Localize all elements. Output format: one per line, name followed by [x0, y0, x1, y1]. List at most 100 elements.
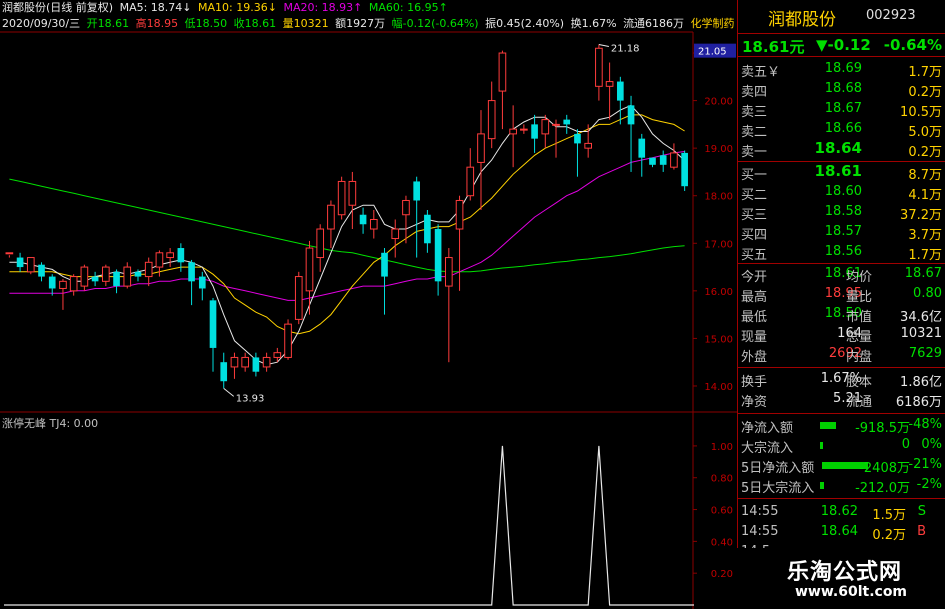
tick-row: 14:55 18.64 0.2万 B [738, 523, 945, 543]
candle-body-down [531, 124, 538, 139]
stock-code: 002923 [866, 8, 916, 23]
candle-body-up [541, 119, 550, 135]
candle-body-up [69, 276, 78, 292]
flow-row: 净流入额 -918.5万 -48% [738, 416, 945, 436]
candle-body-up [327, 204, 335, 230]
bid-volume: 8.7万 [908, 168, 942, 183]
stat-row: 净资 5.21 流通 6186万 [738, 390, 945, 410]
candle-body-up [584, 142, 592, 149]
stat-row: 换手 1.67% 股本 1.86亿 [738, 370, 945, 390]
flow-value: -212.0万 [855, 481, 910, 496]
change-label: 幅-0.12(-0.64%) [391, 17, 479, 30]
ask-price: 18.64 [814, 139, 862, 157]
flow-row: 大宗流入 0 0% [738, 436, 945, 456]
kline-chart[interactable]: 21.0020.0019.0018.0017.0016.0015.0014.00… [0, 0, 737, 609]
divider [738, 263, 945, 264]
candle-body-up [273, 352, 282, 358]
tick-volume: 0.2万 [872, 528, 906, 543]
candle-body-up [509, 128, 517, 135]
price-change: ▼-0.12 [816, 36, 871, 54]
flow-pct: -2% [916, 477, 942, 492]
ask-volume: 5.0万 [908, 125, 942, 140]
bid-price: 18.56 [824, 244, 862, 259]
bid-row: 买二 18.60 4.1万 [738, 183, 945, 203]
bid-price: 18.61 [814, 162, 862, 180]
stat-label: 换手 [741, 375, 768, 390]
ask-price: 18.66 [824, 121, 862, 136]
tick-volume: 1.5万 [872, 508, 906, 523]
flow-pct: -21% [908, 457, 942, 472]
candle-body-up [305, 247, 314, 292]
candle-body-down [16, 257, 24, 268]
stat-value: 18.67 [904, 266, 942, 281]
stat-label: 均价 [846, 270, 873, 285]
candle-body-down [113, 271, 120, 287]
indicator-tick-label: 0.60 [711, 506, 733, 517]
stat-label: 内盘 [846, 350, 873, 365]
candle-body-up [455, 199, 464, 230]
candle-body-down [638, 138, 646, 158]
amplitude-label: 振0.45(2.40%) [485, 17, 565, 30]
price-tick-label: 14.00 [704, 382, 733, 393]
flow-label: 5日净流入额 [741, 461, 815, 476]
stat-label: 今开 [741, 270, 768, 285]
candle-body-up [59, 280, 67, 289]
candle-body-up [316, 228, 325, 259]
candle-body-down [252, 357, 260, 372]
flow-label: 5日大宗流入 [741, 481, 815, 496]
flow-label: 大宗流入 [741, 441, 794, 456]
candle-body-down [649, 157, 656, 165]
price-summary: 18.61元 ▼-0.12 -0.64% [738, 34, 945, 57]
price-tick-label: 17.00 [704, 239, 733, 250]
stock-name: 润都股份 [768, 10, 836, 30]
candle-body-up [26, 257, 35, 273]
bid-volume: 1.7万 [908, 248, 942, 263]
amount-label: 额1927万 [335, 17, 386, 30]
indicator-tick-label: 0.80 [711, 474, 733, 485]
candle-body-up [348, 180, 357, 206]
candle-body-up [605, 81, 614, 87]
bid-volume: 37.2万 [900, 208, 942, 223]
indicator-tick-label: 1.00 [711, 442, 733, 453]
price-tag-label: 21.05 [698, 47, 727, 58]
bid-price: 18.60 [824, 184, 862, 199]
candle-body-down [359, 214, 367, 225]
ask-row: 卖三 18.67 10.5万 [738, 100, 945, 120]
candle-body-up [144, 261, 153, 278]
divider [738, 498, 945, 499]
candle-body-up [520, 128, 528, 131]
ask-volume: 0.2万 [908, 145, 942, 160]
low-marker-line [223, 387, 235, 397]
candle-body-down [681, 152, 688, 187]
candle-body-down [617, 81, 624, 101]
bid-row: 买三 18.58 37.2万 [738, 203, 945, 223]
chart-header: 润都股份(日线 前复权) MA5: 18.74↓ MA10: 19.36↓ MA… [2, 0, 451, 16]
bid-label: 买一 [741, 168, 768, 183]
stat-label: 最高 [741, 290, 768, 305]
divider [738, 413, 945, 414]
last-price: 18.61元 [742, 38, 805, 56]
stat-value: 7629 [908, 346, 942, 361]
candle-body-down [188, 262, 195, 282]
ma60-label: MA60: 16.95↑ [368, 1, 448, 14]
sector-label[interactable]: 化学制药 [691, 17, 735, 30]
candle-body-up [155, 252, 164, 268]
candle-body-down [563, 119, 571, 125]
kline-chart-area[interactable]: 21.0020.0019.0018.0017.0016.0015.0014.00… [0, 0, 737, 609]
candle-body-up [123, 266, 132, 287]
stat-label: 现量 [741, 330, 768, 345]
ma20-label: MA20: 18.93↑ [283, 1, 363, 14]
stat-label: 股本 [846, 375, 873, 390]
candle-body-up [402, 199, 410, 216]
stat-row: 今开 18.61 均价 18.67 [738, 265, 945, 285]
stat-value: 0.80 [913, 286, 942, 301]
bid-volume: 4.1万 [908, 188, 942, 203]
tick-side: B [917, 524, 926, 539]
stat-value: 10321 [900, 326, 942, 341]
candle-body-up [391, 228, 400, 240]
stat-value: 6186万 [895, 395, 942, 410]
stat-row: 最低 18.50 市值 34.6亿 [738, 305, 945, 325]
candle-body-up [5, 252, 14, 255]
candle-body-up [262, 356, 271, 368]
chart-ohlc-header: 2020/09/30/三 开18.61 高18.95 低18.50 收18.61… [2, 16, 738, 32]
